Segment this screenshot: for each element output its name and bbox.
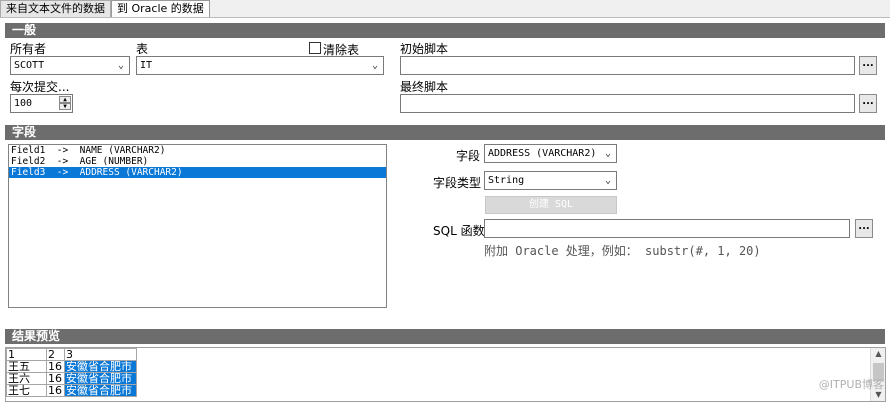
sql-function-input[interactable]: [484, 219, 850, 238]
field-mapping-list[interactable]: Field1 -> NAME (VARCHAR2) Field2 -> AGE …: [8, 144, 387, 308]
chevron-down-icon: ⌄: [117, 60, 125, 71]
table-row[interactable]: 王七 16 安徽省合肥市: [6, 384, 137, 397]
field-select[interactable]: ADDRESS (VARCHAR2) ⌄: [484, 144, 617, 163]
initial-script-label: 初始脚本: [400, 42, 449, 56]
table-cell[interactable]: 16: [46, 372, 65, 385]
final-script-label: 最终脚本: [400, 80, 449, 94]
field-type-label: 字段类型: [433, 176, 482, 190]
column-header[interactable]: 3: [64, 348, 137, 361]
sql-function-label: SQL 函数: [433, 224, 485, 238]
create-sql-button[interactable]: 创建 SQL: [485, 196, 617, 214]
initial-script-input[interactable]: [400, 56, 855, 75]
commit-label: 每次提交...: [10, 80, 70, 94]
sql-function-hint: 附加 Oracle 处理，例如： substr(#, 1, 20): [484, 244, 761, 258]
commit-value: 100: [14, 98, 33, 109]
column-header[interactable]: 1: [6, 348, 47, 361]
spin-down-icon[interactable]: ▼: [59, 103, 71, 110]
list-item[interactable]: Field1 -> NAME (VARCHAR2): [9, 145, 386, 156]
owner-value: SCOTT: [14, 60, 45, 71]
tab-oracle-data[interactable]: 到 Oracle 的数据: [111, 0, 210, 18]
commit-spinner[interactable]: 100 ▲ ▼: [10, 94, 73, 113]
table-cell[interactable]: 王五: [6, 360, 47, 373]
table-cell[interactable]: 16: [46, 360, 65, 373]
table-row[interactable]: 王五 16 安徽省合肥市: [6, 360, 137, 373]
final-script-browse-button[interactable]: ...: [859, 94, 877, 113]
table-header-row: 1 2 3: [6, 348, 137, 361]
chevron-down-icon: ⌄: [604, 148, 612, 159]
field-type-select[interactable]: String ⌄: [484, 171, 617, 190]
watermark: @ITPUB博客: [818, 378, 884, 391]
general-section-header: 一般: [5, 23, 885, 38]
preview-section-header: 结果预览: [5, 329, 885, 344]
tab-text-file-data[interactable]: 来自文本文件的数据: [0, 0, 111, 17]
field-value: ADDRESS (VARCHAR2): [488, 148, 597, 159]
table-cell[interactable]: 安徽省合肥市: [64, 360, 137, 373]
field-label: 字段: [456, 149, 481, 163]
owner-label: 所有者: [10, 42, 47, 56]
chevron-down-icon: ⌄: [604, 175, 612, 186]
table-select[interactable]: IT ⌄: [136, 56, 384, 75]
sql-function-browse-button[interactable]: ...: [855, 219, 873, 238]
table-label: 表: [136, 42, 149, 56]
table-cell[interactable]: 16: [46, 384, 65, 397]
table-cell[interactable]: 安徽省合肥市: [64, 384, 137, 397]
tab-bar: 来自文本文件的数据 到 Oracle 的数据: [0, 0, 210, 18]
table-cell[interactable]: 王七: [6, 384, 47, 397]
table-row[interactable]: 王六 16 安徽省合肥市: [6, 372, 137, 385]
column-header[interactable]: 2: [46, 348, 65, 361]
vertical-scrollbar[interactable]: ▲ ▼: [870, 348, 885, 401]
list-item[interactable]: Field2 -> AGE (NUMBER): [9, 156, 386, 167]
spin-up-icon[interactable]: ▲: [59, 96, 71, 103]
table-cell[interactable]: 安徽省合肥市: [64, 372, 137, 385]
table-value: IT: [140, 60, 153, 71]
chevron-down-icon: ⌄: [371, 60, 379, 71]
initial-script-browse-button[interactable]: ...: [859, 56, 877, 75]
preview-table: 1 2 3 王五 16 安徽省合肥市 王六 16 安徽省合肥市 王七 16 安徽…: [6, 348, 137, 397]
scroll-up-icon[interactable]: ▲: [871, 348, 885, 360]
field-type-value: String: [488, 175, 525, 186]
list-item-selected[interactable]: Field3 -> ADDRESS (VARCHAR2): [9, 167, 386, 178]
owner-select[interactable]: SCOTT ⌄: [10, 56, 130, 75]
preview-grid[interactable]: 1 2 3 王五 16 安徽省合肥市 王六 16 安徽省合肥市 王七 16 安徽…: [5, 347, 886, 402]
fields-section-header: 字段: [5, 125, 885, 140]
final-script-input[interactable]: [400, 94, 855, 113]
clear-table-checkbox[interactable]: [309, 42, 321, 54]
table-cell[interactable]: 王六: [6, 372, 47, 385]
